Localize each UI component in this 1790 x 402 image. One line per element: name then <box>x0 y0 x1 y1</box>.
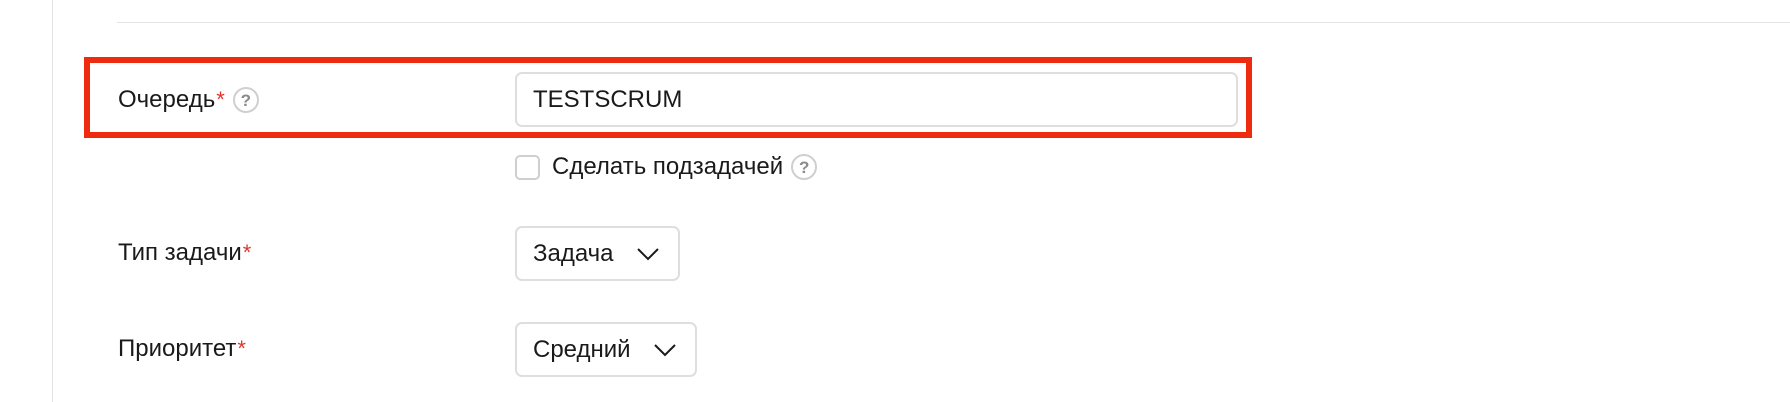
chevron-down-icon <box>636 247 660 261</box>
priority-label-text: Приоритет <box>118 335 237 362</box>
task-type-select[interactable]: Задача <box>515 226 680 281</box>
left-border <box>52 0 53 402</box>
subtask-row[interactable]: Сделать подзадачей ? <box>515 152 818 182</box>
chevron-down-icon <box>653 343 677 357</box>
required-asterisk: * <box>242 240 252 265</box>
priority-value: Средний <box>533 335 631 363</box>
subtask-checkbox[interactable] <box>515 154 540 180</box>
priority-label: Приоритет * <box>118 334 246 364</box>
question-circle-icon[interactable]: ? <box>791 154 818 180</box>
task-type-label-text: Тип задачи <box>118 239 242 266</box>
required-asterisk: * <box>237 336 246 361</box>
subtask-label[interactable]: Сделать подзадачей <box>552 153 783 181</box>
task-type-label: Тип задачи * <box>118 238 251 268</box>
highlight-frame <box>84 57 1252 138</box>
section-divider <box>117 22 1790 23</box>
task-type-value: Задача <box>533 239 614 267</box>
priority-select[interactable]: Средний <box>515 322 697 377</box>
task-create-form: Очередь * ? Сделать подзадачей ? Тип зад… <box>0 0 1790 402</box>
